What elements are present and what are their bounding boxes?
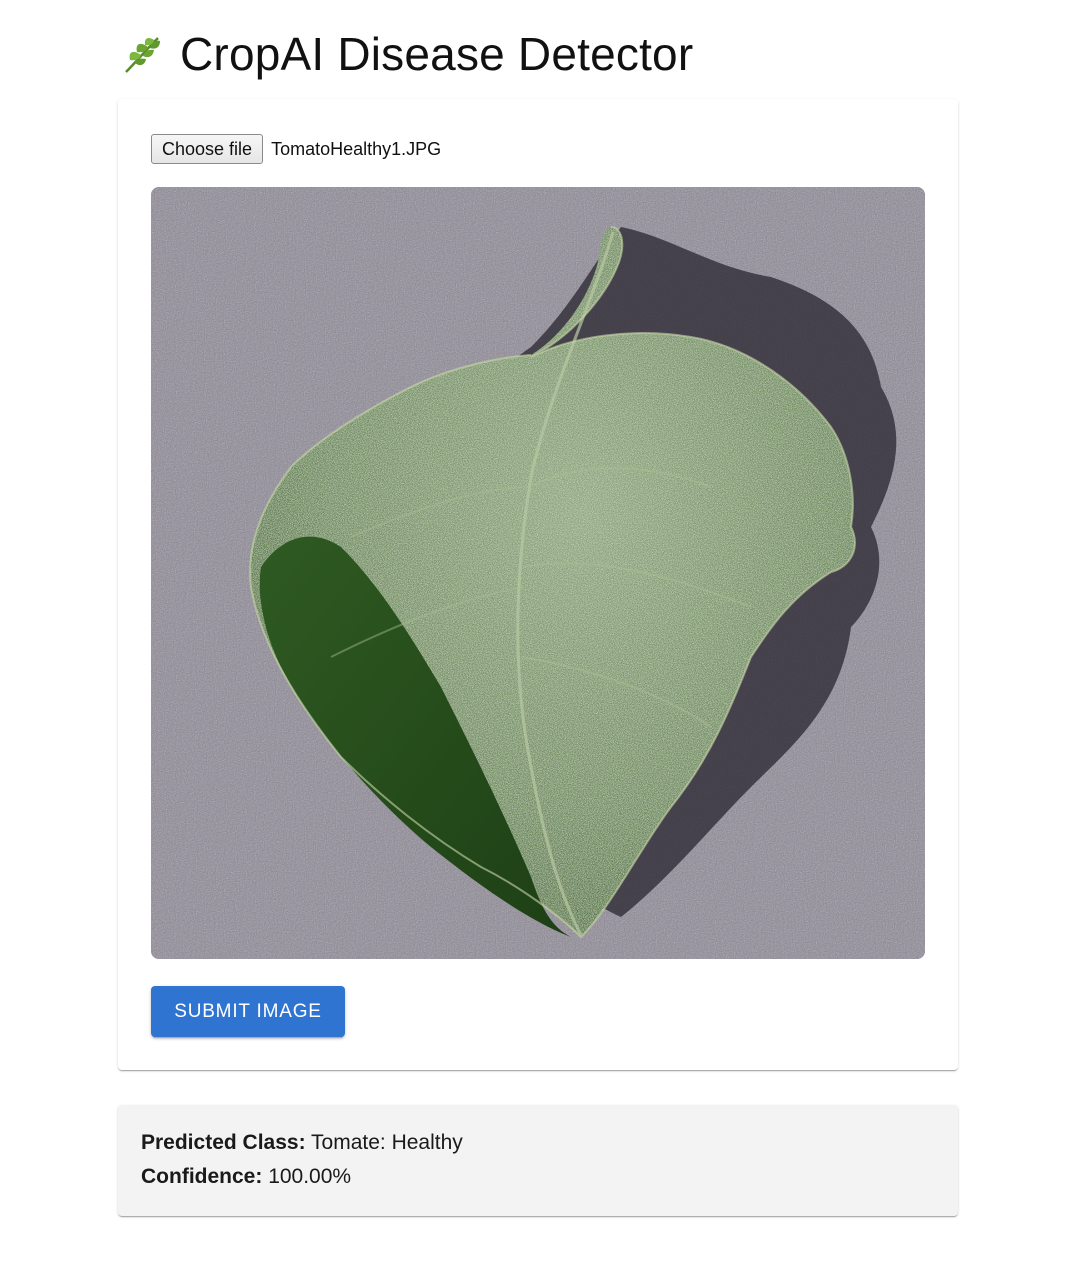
confidence-label: Confidence: [141,1165,263,1188]
predicted-class-label: Predicted Class: [141,1131,306,1154]
confidence-value: 100.00% [268,1165,352,1188]
result-panel: Predicted Class: Tomate: Healthy Confide… [118,1105,958,1216]
file-input[interactable]: Choose file TomatoHealthy1.JPG [151,134,441,164]
choose-file-button[interactable]: Choose file [151,134,264,164]
page-title: CropAI Disease Detector [118,24,693,84]
selected-file-name: TomatoHealthy1.JPG [271,138,442,159]
predicted-class-row: Predicted Class: Tomate: Healthy [141,1131,463,1155]
herb-leaf-icon [118,30,166,78]
upload-card: Choose file TomatoHealthy1.JPG SUBMIT IM… [118,99,958,1070]
submit-image-button[interactable]: SUBMIT IMAGE [151,986,345,1037]
page: CropAI Disease Detector Choose file Toma… [0,0,1072,1282]
image-preview [151,187,925,959]
predicted-class-value: Tomate: Healthy [311,1131,463,1154]
confidence-row: Confidence: 100.00% [141,1165,351,1189]
title-text: CropAI Disease Detector [180,28,694,80]
